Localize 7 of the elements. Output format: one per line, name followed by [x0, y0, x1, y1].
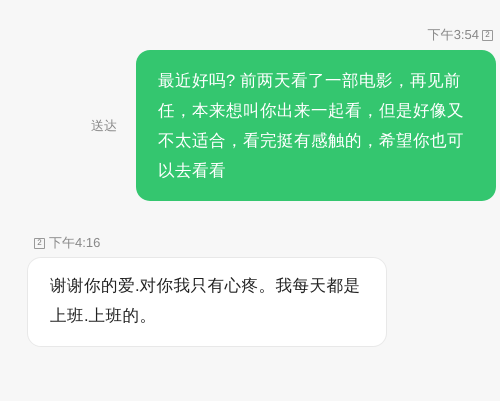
message-time: 下午3:54	[428, 26, 479, 44]
message-text: 最近好吗? 前两天看了一部电影，再见前任，本来想叫你出来一起看，但是好像又不太适合，看完挺有感触的，希望你也可以去看看	[158, 71, 465, 182]
message-text: 谢谢你的爱.对你我只有心疼。我每天都是上班.上班的。	[50, 276, 362, 327]
delivery-status: 送达	[91, 116, 117, 135]
sim-badge: 2	[34, 238, 45, 248]
sim-badge: 2	[482, 30, 493, 40]
message-time: 下午4:16	[49, 234, 100, 252]
